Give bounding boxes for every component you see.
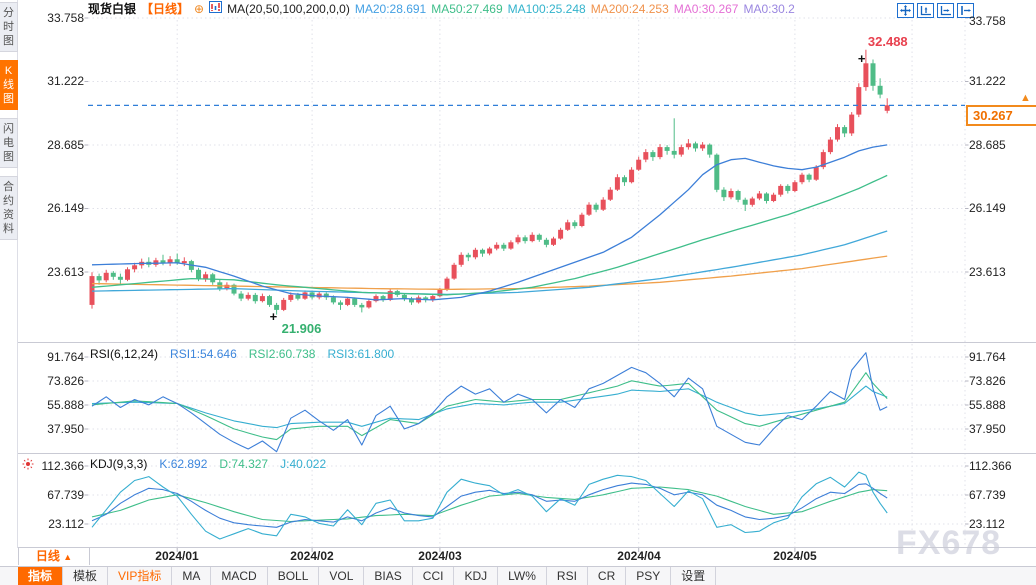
kdj-k-value: K:62.892 [159, 457, 208, 471]
ma-formula: MA(20,50,100,200,0,0) [227, 1, 350, 16]
time-axis-row: 日线 ▲ 2024/01 2024/02 2024/03 2024/04 202… [0, 548, 1036, 566]
tab-ma[interactable]: MA [172, 567, 212, 585]
low-marker-icon: + [269, 308, 278, 324]
kdj-axis-label: 67.739 [47, 488, 84, 502]
high-marker-icon: + [857, 50, 866, 66]
price-up-arrow-icon: ▲ [1020, 92, 1031, 104]
trading-app-window: FX678 分时图 K线图 闪电图 合约资料 现货白银 【日线】 ⊕ MA(20,… [0, 0, 1036, 585]
rsi-axis-label: 37.950 [47, 422, 84, 436]
price-axis-label: 26.149 [47, 201, 84, 215]
tab-bias[interactable]: BIAS [364, 567, 413, 585]
rsi-axis-label: 91.764 [969, 350, 1006, 364]
ma0-value-1: MA0:30.267 [673, 1, 739, 16]
time-axis-tick: 2024/03 [418, 549, 462, 563]
rsi-axis-label: 55.888 [969, 398, 1006, 412]
tab-cr[interactable]: CR [588, 567, 627, 585]
chart-type-icon[interactable] [209, 1, 223, 16]
high-price-annotation: 32.488 [867, 33, 908, 49]
price-axis-label: 23.613 [47, 265, 84, 279]
kdj-axis-label: 23.112 [48, 517, 84, 531]
sidebar-tab-timeshare[interactable]: 分时图 [0, 2, 18, 52]
tab-kdj[interactable]: KDJ [454, 567, 499, 585]
kdj-axis-label: 112.366 [969, 459, 1012, 473]
tab-vip-indicator[interactable]: VIP指标 [108, 567, 173, 585]
ma50-value: MA50:27.469 [431, 1, 503, 16]
price-axis-label: 26.149 [969, 201, 1006, 215]
kdj-axis-label: 67.739 [969, 488, 1006, 502]
rsi-axis-label: 55.888 [47, 398, 84, 412]
tab-rsi[interactable]: RSI [547, 567, 588, 585]
period-dropdown-icon: ▲ [63, 552, 73, 562]
ma20-value: MA20:28.691 [354, 1, 427, 16]
tab-boll[interactable]: BOLL [268, 567, 320, 585]
rsi-title: RSI(6,12,24) [90, 347, 159, 361]
indicator-toolbar: 指标 模板 VIP指标 MA MACD BOLL VOL BIAS CCI KD… [0, 566, 1036, 585]
symbol-name: 现货白银 [88, 2, 137, 16]
tab-macd[interactable]: MACD [211, 567, 268, 585]
chart-header: 现货白银 【日线】 ⊕ MA(20,50,100,200,0,0) MA20:28… [88, 1, 795, 16]
price-axis-label: 31.222 [47, 74, 84, 88]
kdj-axis-label: 112.366 [41, 459, 85, 473]
price-axis-label: 23.613 [969, 265, 1006, 279]
tab-cci[interactable]: CCI [413, 567, 455, 585]
last-price-tag: 30.267 [966, 105, 1036, 126]
rsi-axis-label: 73.826 [969, 374, 1006, 388]
price-axis-label: 31.222 [969, 74, 1006, 88]
kdj-axis-label: 23.112 [969, 517, 1005, 531]
kdj-j-value: J:40.022 [280, 457, 327, 471]
tab-template[interactable]: 模板 [63, 567, 109, 585]
add-indicator-icon[interactable]: ⊕ [194, 2, 204, 16]
ma100-value: MA100:25.248 [507, 1, 586, 16]
tab-settings[interactable]: 设置 [671, 567, 717, 585]
low-price-annotation: 21.906 [281, 320, 322, 336]
chart-toolbuttons [897, 3, 974, 18]
price-axis-label: 33.758 [47, 11, 84, 25]
scale-vertical-icon[interactable] [917, 3, 934, 18]
ma200-value: MA200:24.253 [590, 1, 669, 16]
rsi1-value: RSI1:54.646 [170, 347, 237, 361]
scale-horizontal-icon[interactable] [937, 3, 954, 18]
time-axis-tick: 2024/02 [290, 549, 334, 563]
tab-psy[interactable]: PSY [626, 567, 672, 585]
chart-canvas[interactable] [0, 0, 1036, 585]
time-axis-tick: 2024/01 [155, 549, 199, 563]
price-axis-label: 28.685 [969, 138, 1006, 152]
period-tag: 【日线】 [141, 2, 190, 16]
kdj-header: KDJ(9,3,3) K:62.892 D:74.327 J:40.022 [90, 457, 326, 471]
rsi-axis-label: 37.950 [969, 422, 1006, 436]
price-axis-label: 33.758 [969, 14, 1006, 28]
period-selector[interactable]: 日线 ▲ [18, 548, 90, 565]
kdj-d-value: D:74.327 [219, 457, 269, 471]
kdj-title: KDJ(9,3,3) [90, 457, 148, 471]
rsi-header: RSI(6,12,24) RSI1:54.646 RSI2:60.738 RSI… [90, 347, 394, 361]
move-chart-icon[interactable] [897, 3, 914, 18]
ma0-value-2: MA0:30.2 [743, 1, 795, 16]
tab-lw[interactable]: LW% [498, 567, 547, 585]
time-axis-tick: 2024/05 [773, 549, 817, 563]
rsi2-value: RSI2:60.738 [248, 347, 316, 361]
tab-indicator[interactable]: 指标 [18, 567, 64, 585]
rsi-axis-label: 91.764 [47, 350, 84, 364]
tab-vol[interactable]: VOL [319, 567, 365, 585]
price-axis-label: 28.685 [47, 138, 84, 152]
rsi-axis-label: 73.826 [47, 374, 84, 388]
rsi3-value: RSI3:61.800 [327, 347, 395, 361]
time-axis-tick: 2024/04 [617, 549, 661, 563]
